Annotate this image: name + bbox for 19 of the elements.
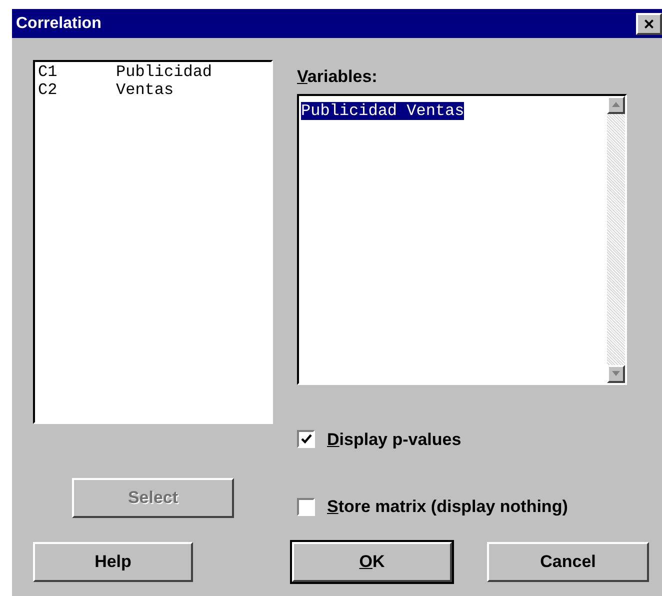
scroll-up-icon[interactable] — [607, 96, 625, 114]
checkbox-label: Display p-values — [327, 428, 462, 450]
columns-listbox[interactable]: C1 Publicidad C2 Ventas — [33, 60, 273, 424]
variables-label: Variables: — [297, 66, 378, 88]
dialog-button[interactable]: Cancel — [487, 542, 649, 582]
scrollbar[interactable] — [607, 96, 625, 382]
list-item[interactable]: C1 Publicidad — [38, 63, 268, 81]
checkbox[interactable] — [297, 498, 315, 516]
list-item[interactable]: C2 Ventas — [38, 81, 268, 99]
checkbox[interactable] — [297, 430, 315, 448]
window-title: Correlation — [16, 14, 102, 34]
variables-field[interactable]: Publicidad Ventas — [297, 94, 627, 384]
dialog-button[interactable]: Help — [33, 542, 193, 582]
selected-text: Publicidad Ventas — [301, 102, 464, 120]
dialog-button[interactable]: OK — [292, 542, 452, 582]
checkbox-label: Store matrix (display nothing) — [327, 496, 568, 518]
scroll-down-icon[interactable] — [607, 364, 625, 382]
close-button[interactable]: × — [636, 12, 662, 34]
checkmark-icon — [300, 434, 312, 444]
